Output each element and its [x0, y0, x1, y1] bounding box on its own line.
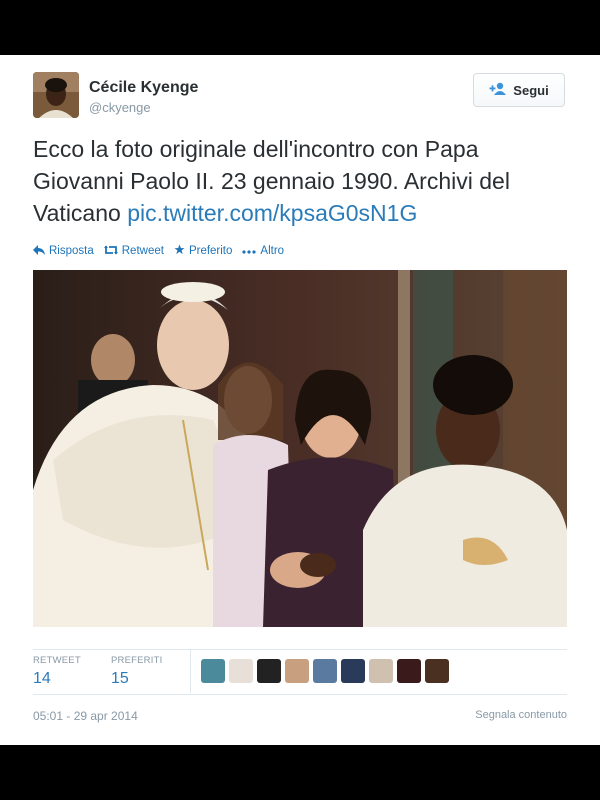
retweet-label: Retweet: [121, 245, 164, 257]
tweet-card: Cécile Kyenge @ckyenge Segui Ecco la fot…: [0, 55, 600, 745]
author-name[interactable]: Cécile Kyenge: [89, 79, 198, 97]
favorite-stat[interactable]: PREFERITI 15: [111, 655, 162, 688]
tweet-photo[interactable]: [33, 270, 567, 627]
avatar[interactable]: [285, 659, 309, 683]
avatar[interactable]: [201, 659, 225, 683]
star-icon: [174, 244, 185, 258]
report-link[interactable]: Segnala contenuto: [475, 709, 567, 721]
more-button[interactable]: Altro: [242, 245, 284, 257]
reply-icon: [33, 244, 45, 258]
tweet-timestamp[interactable]: 05:01 - 29 apr 2014: [33, 709, 138, 723]
avatar[interactable]: [257, 659, 281, 683]
tweet-actions: Risposta Retweet Preferito Altro: [33, 244, 284, 258]
tweet-link[interactable]: pic.twitter.com/kpsaG0sN1G: [127, 200, 417, 226]
avatar[interactable]: [313, 659, 337, 683]
retweet-stat[interactable]: RETWEET 14: [33, 655, 81, 688]
follow-label: Segui: [513, 82, 549, 98]
avatar[interactable]: [369, 659, 393, 683]
stats-top-divider: [33, 649, 567, 650]
avatar[interactable]: [229, 659, 253, 683]
reply-button[interactable]: Risposta: [33, 244, 94, 258]
avatar[interactable]: [341, 659, 365, 683]
retweet-count: 14: [33, 670, 51, 687]
avatar[interactable]: [33, 72, 79, 118]
favorited-by-avatars: [201, 659, 449, 683]
avatar[interactable]: [397, 659, 421, 683]
tweet-text: Ecco la foto originale dell'incontro con…: [33, 133, 573, 229]
favorite-count-label: PREFERITI: [111, 655, 163, 666]
retweet-button[interactable]: Retweet: [103, 245, 164, 258]
retweet-icon: [103, 245, 118, 258]
favorite-label: Preferito: [188, 245, 233, 257]
stats-separator: [190, 650, 191, 693]
retweet-count-label: RETWEET: [33, 655, 81, 666]
follow-user-icon: [489, 82, 507, 99]
stats-bottom-divider: [33, 694, 567, 695]
follow-button[interactable]: Segui: [473, 73, 565, 107]
reply-label: Risposta: [49, 245, 94, 257]
favorite-button[interactable]: Preferito: [174, 244, 232, 258]
more-label: Altro: [260, 245, 285, 257]
favorite-count: 15: [111, 670, 129, 687]
author-handle[interactable]: @ckyenge: [89, 100, 151, 115]
more-icon: [242, 245, 257, 257]
avatar[interactable]: [425, 659, 449, 683]
